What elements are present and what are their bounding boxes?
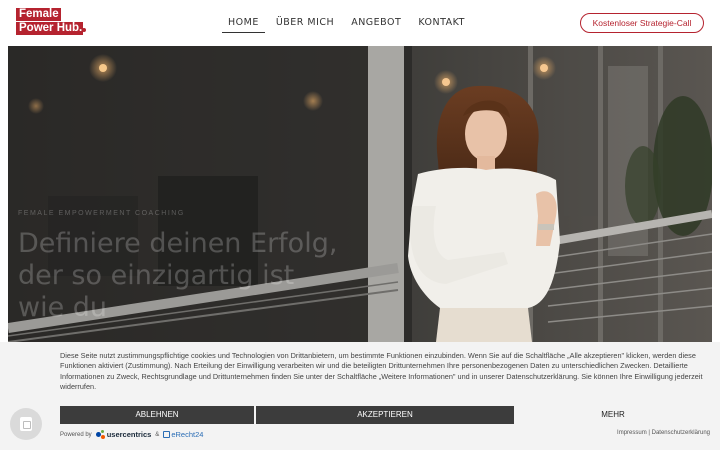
main-nav: HOME ÜBER MICH ANGEBOT KONTAKT	[222, 17, 476, 33]
deny-button[interactable]: ABLEHNEN	[60, 406, 254, 424]
legal-separator: |	[648, 430, 650, 436]
fingerprint-privacy-icon	[20, 417, 32, 431]
powered-by: Powered by usercentrics & eRecht24	[60, 430, 203, 439]
erecht24-label: eRecht24	[171, 430, 204, 439]
logo-line-2: Power Hub.	[16, 22, 83, 35]
hero-section: FEMALE EMPOWERMENT COACHING Definiere de…	[8, 46, 712, 342]
usercentrics-label: usercentrics	[106, 430, 152, 439]
nav-item-angebot[interactable]: ANGEBOT	[345, 17, 407, 33]
nav-item-ueber-mich[interactable]: ÜBER MICH	[270, 17, 340, 33]
nav-item-home[interactable]: HOME	[222, 17, 265, 33]
erecht24-icon	[163, 431, 171, 438]
datenschutz-link[interactable]: Datenschutzerklärung	[652, 430, 710, 436]
logo-line-1: Female	[16, 8, 61, 21]
usercentrics-logo[interactable]: usercentrics	[95, 430, 152, 439]
cookie-consent-text: Diese Seite nutzt zustimmungspflichtige …	[60, 351, 703, 392]
privacy-settings-button[interactable]	[10, 408, 42, 440]
accept-button[interactable]: AKZEPTIEREN	[256, 406, 514, 424]
cookie-consent-banner: Diese Seite nutzt zustimmungspflichtige …	[0, 342, 720, 450]
hero-heading: Definiere deinen Erfolg, der so einzigar…	[18, 228, 338, 323]
brand-logo[interactable]: Female Power Hub.	[16, 8, 86, 36]
logo-dot	[82, 28, 86, 32]
strategy-call-button[interactable]: Kostenloser Strategie-Call	[580, 13, 704, 33]
legal-links: Impressum | Datenschutzerklärung	[617, 430, 710, 436]
impressum-link[interactable]: Impressum	[617, 430, 647, 436]
ampersand: &	[155, 431, 160, 438]
erecht24-logo[interactable]: eRecht24	[163, 430, 203, 439]
more-info-button[interactable]: MEHR	[516, 406, 710, 424]
site-header: Female Power Hub. HOME ÜBER MICH ANGEBOT…	[0, 0, 720, 46]
hero-eyebrow: FEMALE EMPOWERMENT COACHING	[18, 210, 185, 217]
usercentrics-dots-icon	[95, 430, 105, 439]
nav-item-kontakt[interactable]: KONTAKT	[412, 17, 471, 33]
powered-by-label: Powered by	[60, 431, 92, 438]
